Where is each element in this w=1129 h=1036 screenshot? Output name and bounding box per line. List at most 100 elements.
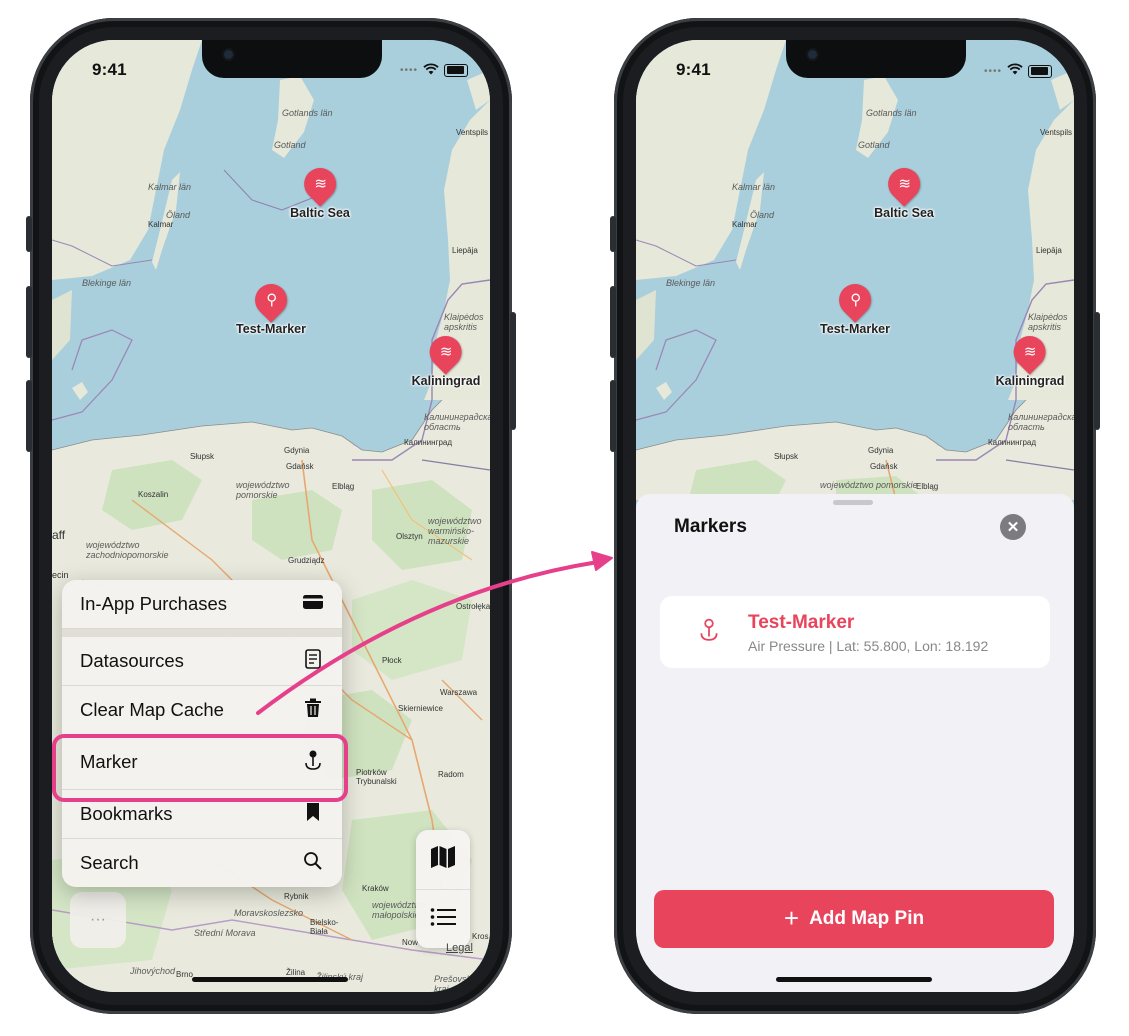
- map-label-gotland-lan: Gotlands län: [282, 108, 333, 118]
- notch: [202, 40, 382, 78]
- sheet-title: Markers: [674, 516, 747, 537]
- map-controls: [416, 830, 470, 948]
- search-icon: [302, 851, 324, 876]
- map-label-brno: Brno: [176, 970, 193, 979]
- close-icon: ✕: [1006, 519, 1020, 536]
- map-label-kalmar: Kalmar: [148, 220, 174, 229]
- marker-detail: Air Pressure | Lat: 55.800, Lon: 18.192: [748, 638, 989, 654]
- map-label-kaliningrad-ru: Калининград: [988, 438, 1037, 447]
- list-button[interactable]: [416, 889, 470, 948]
- map-label-zilina: Žilina: [286, 968, 306, 977]
- map-label-moravskoslezsko: Moravskoslezsko: [234, 908, 304, 918]
- map-label-warminsko: województwo warmińsko-mazurskie: [428, 516, 482, 546]
- menu-item-label: Bookmarks: [80, 803, 173, 824]
- poi-baltic-sea[interactable]: ≋ Baltic Sea: [290, 161, 350, 220]
- map-icon: [430, 845, 456, 875]
- map-label-grudziadz: Grudziądz: [288, 556, 325, 565]
- map-label-koszalin: Koszalin: [138, 490, 169, 499]
- map-label-kalmar-lan: Kalmar län: [148, 182, 192, 192]
- map-label-klaipeda: Klaipėdos apskritis: [1028, 312, 1068, 332]
- map-label-ventspils: Ventspils: [456, 128, 489, 137]
- map-label-gdynia: Gdynia: [284, 446, 310, 455]
- power-button: [1094, 312, 1100, 430]
- map-label-stredni-morava: Střední Morava: [194, 928, 256, 938]
- map-label-gotland: Gotland: [858, 140, 890, 150]
- mute-switch: [610, 216, 616, 252]
- menu-item-datasources[interactable]: Datasources: [62, 637, 342, 686]
- map-label-kros: Kros: [472, 932, 489, 941]
- map-label-zachodnio: województwo zachodniopomorskie: [86, 540, 169, 560]
- legal-link[interactable]: Legal: [446, 942, 473, 954]
- battery-icon: [444, 63, 468, 77]
- power-button: [510, 312, 516, 430]
- map-label-gdansk: Gdańsk: [286, 462, 314, 471]
- menu-item-label: Datasources: [80, 650, 184, 671]
- menu-separator: [62, 629, 342, 637]
- poi-test-marker[interactable]: ⚲ Test-Marker: [236, 277, 306, 336]
- map-label-gotland: Gotland: [274, 140, 306, 150]
- bookmark-icon: [302, 802, 324, 827]
- map-label-kalmar-lan: Kalmar län: [732, 182, 776, 192]
- notch: [786, 40, 966, 78]
- map-label-oland: Öland: [166, 210, 191, 220]
- map-label-oland: Öland: [750, 210, 775, 220]
- pin-marker-icon: [698, 618, 720, 648]
- map-label-gotland-lan: Gotlands län: [866, 108, 917, 118]
- map-label-slupsk: Słupsk: [190, 452, 215, 461]
- phone-right: 9:41 •••• Gotlands län Gotland Kalmar lä…: [610, 18, 1100, 1014]
- map-label-bielsko: Bielsko-Biała: [310, 918, 339, 936]
- poi-kaliningrad[interactable]: ≋ Kaliningrad: [995, 329, 1065, 388]
- menu-item-search[interactable]: Search: [62, 839, 342, 887]
- close-button[interactable]: ✕: [1000, 514, 1026, 540]
- map-label-krakow: Kraków: [362, 884, 389, 893]
- volume-up-button: [26, 286, 32, 358]
- poi-kaliningrad[interactable]: ≋ Kaliningrad: [412, 329, 480, 388]
- volume-down-button: [610, 380, 616, 452]
- sheet-grabber[interactable]: [833, 500, 873, 505]
- map-label-ecin: ecin: [52, 570, 69, 580]
- trash-icon: [302, 698, 324, 723]
- map-label-kalmar: Kalmar: [732, 220, 758, 229]
- waves-drop-icon: ≋: [423, 329, 469, 375]
- volume-down-button: [26, 380, 32, 452]
- map-label-elblag: Elbląg: [916, 482, 939, 491]
- status-time: 9:41: [92, 60, 127, 79]
- menu-item-clear-map-cache[interactable]: Clear Map Cache: [62, 686, 342, 735]
- map-label-kaliningrad-ru: Калининград: [404, 438, 453, 447]
- poi-label: Baltic Sea: [874, 206, 934, 220]
- mute-switch: [26, 216, 32, 252]
- poi-baltic-sea[interactable]: ≋ Baltic Sea: [874, 161, 934, 220]
- map-label-kaliningrad-oblast: Калининградская область: [424, 412, 490, 432]
- add-map-pin-button[interactable]: + Add Map Pin: [654, 890, 1054, 948]
- poi-label: Kaliningrad: [995, 374, 1065, 388]
- more-button[interactable]: ···: [70, 892, 126, 948]
- document-icon: [302, 648, 324, 674]
- markers-sheet: Markers ✕ Test-Marker Air Pressure | Lat…: [636, 494, 1074, 992]
- map-label-klaipeda: Klaipėdos apskritis: [444, 312, 484, 332]
- menu-item-in-app-purchases[interactable]: In-App Purchases: [62, 580, 342, 629]
- map-label-gdansk: Gdańsk: [870, 462, 898, 471]
- wifi-icon: [1007, 62, 1023, 80]
- marker-name: Test-Marker: [748, 612, 855, 633]
- poi-label: Test-Marker: [236, 322, 306, 336]
- list-icon: [430, 907, 456, 933]
- signal-dots-icon: ••••: [983, 65, 1002, 77]
- marker-list-item[interactable]: Test-Marker Air Pressure | Lat: 55.800, …: [660, 596, 1050, 668]
- plus-icon: +: [783, 903, 800, 933]
- add-map-pin-label: Add Map Pin: [809, 908, 925, 929]
- map-label-liepaja: Liepāja: [452, 246, 478, 255]
- home-indicator: [192, 977, 348, 982]
- home-indicator: [776, 977, 932, 982]
- map-label-radom: Radom: [438, 770, 464, 779]
- map-label-blekinge: Blekinge län: [666, 278, 716, 288]
- map-label-olsztyn: Olsztyn: [396, 532, 423, 541]
- map-label-kaliningrad-oblast: Калининградская область: [1008, 412, 1074, 432]
- map-label-ventspils: Ventspils: [1040, 128, 1073, 137]
- poi-test-marker[interactable]: ⚲ Test-Marker: [820, 277, 890, 336]
- waves-drop-icon: ≋: [297, 161, 343, 207]
- map-style-button[interactable]: [416, 830, 470, 889]
- signal-dots-icon: ••••: [399, 64, 418, 76]
- marker-highlight-frame: [52, 734, 348, 802]
- map-label-plock: Płock: [382, 656, 402, 665]
- phone-left: 9:41 •••• Gotlands län Gotland Kalmar lä…: [26, 18, 516, 1014]
